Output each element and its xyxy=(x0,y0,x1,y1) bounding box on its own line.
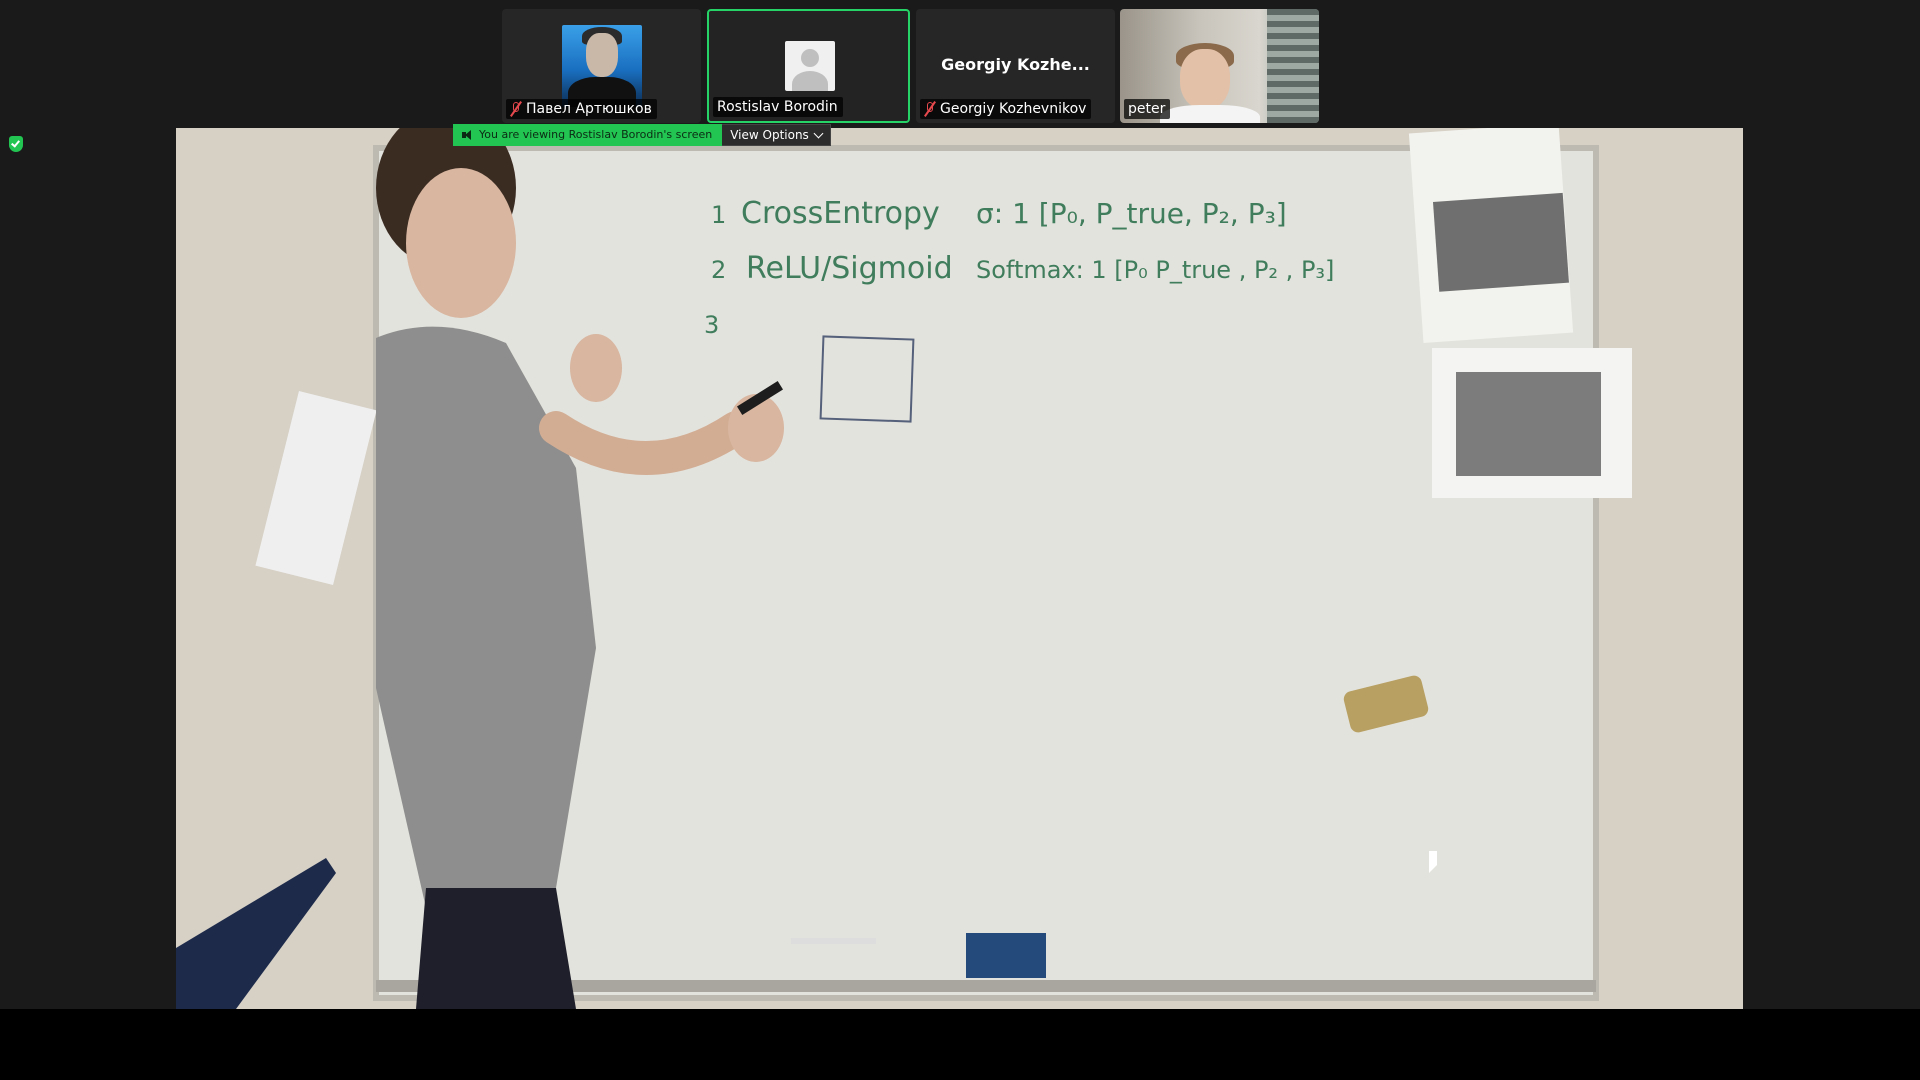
participant-name-tag: Павел Артюшков xyxy=(506,99,657,119)
speaker-icon xyxy=(461,129,473,141)
participant-display-title: Georgiy Kozhe... xyxy=(941,55,1090,74)
participant-avatar xyxy=(562,25,642,107)
default-avatar-icon xyxy=(785,41,835,91)
whiteboard-line-2-extra: Softmax: 1 [P₀ P_true , P₂ , P₃] xyxy=(976,256,1334,284)
whiteboard-line-2: ReLU/Sigmoid xyxy=(746,251,953,286)
mouse-cursor-icon xyxy=(1429,851,1437,873)
mic-muted-icon xyxy=(924,101,936,117)
security-shield-icon[interactable] xyxy=(9,136,23,152)
meeting-window: Павел Артюшков Rostislav Borodin Georgiy… xyxy=(0,0,1920,1080)
viewing-status: You are viewing Rostislav Borodin's scre… xyxy=(453,124,723,146)
chevron-down-icon xyxy=(813,128,824,138)
line-number: 1 xyxy=(711,201,726,229)
shared-screen-video: 1 CrossEntropy σ: 1 [P₀, P_true, P₂, P₃]… xyxy=(176,128,1743,1009)
participant-name-tag: Georgiy Kozhevnikov xyxy=(920,99,1092,119)
marker-box xyxy=(966,933,1046,978)
participant-name-tag: peter xyxy=(1124,99,1171,119)
participant-name: Павел Артюшков xyxy=(526,101,652,117)
line-number: 2 xyxy=(711,256,726,284)
whiteboard-line-1-extra: σ: 1 [P₀, P_true, P₂, P₃] xyxy=(976,197,1287,230)
whiteboard-line-1: CrossEntropy xyxy=(741,196,940,231)
participant-tile-rostislav[interactable]: Rostislav Borodin xyxy=(707,9,910,123)
view-options-label: View Options xyxy=(730,128,809,142)
participant-name: Rostislav Borodin xyxy=(717,99,838,115)
participant-tile-georgiy[interactable]: Georgiy Kozhe... Georgiy Kozhevnikov xyxy=(916,9,1115,123)
line-number: 3 xyxy=(704,311,719,339)
participant-name-tag: Rostislav Borodin xyxy=(713,97,843,117)
bottom-bar xyxy=(0,1009,1920,1080)
mic-muted-icon xyxy=(510,101,522,117)
participant-tile-pavel[interactable]: Павел Артюшков xyxy=(502,9,701,123)
shared-screen: 1 CrossEntropy σ: 1 [P₀, P_true, P₂, P₃]… xyxy=(176,128,1743,1009)
participant-tile-peter[interactable]: peter xyxy=(1120,9,1319,123)
participant-name: peter xyxy=(1128,101,1166,117)
screen-share-banner: You are viewing Rostislav Borodin's scre… xyxy=(453,124,831,146)
viewing-text: You are viewing Rostislav Borodin's scre… xyxy=(479,128,713,141)
participant-name: Georgiy Kozhevnikov xyxy=(940,101,1087,117)
view-options-button[interactable]: View Options xyxy=(722,124,831,146)
